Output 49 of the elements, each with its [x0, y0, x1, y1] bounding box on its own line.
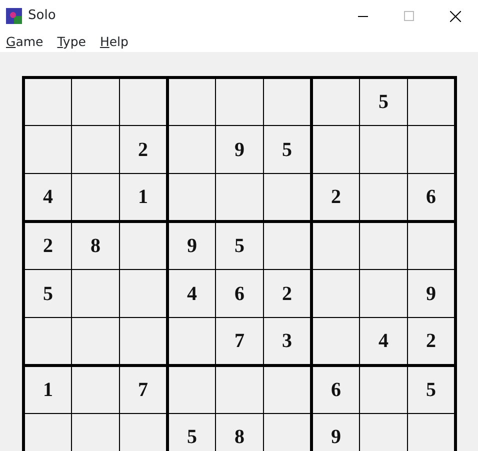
- sudoku-cell[interactable]: 6: [312, 366, 360, 414]
- sudoku-cell[interactable]: [312, 78, 360, 126]
- sudoku-cell[interactable]: [360, 126, 408, 174]
- sudoku-cell[interactable]: [72, 366, 120, 414]
- menu-item[interactable]: Help: [98, 33, 130, 51]
- sudoku-cell[interactable]: [312, 222, 360, 270]
- sudoku-cell[interactable]: [168, 366, 216, 414]
- sudoku-cell[interactable]: [312, 318, 360, 366]
- sudoku-cell[interactable]: 8: [72, 222, 120, 270]
- sudoku-cell[interactable]: 5: [360, 78, 408, 126]
- sudoku-cell[interactable]: [24, 126, 72, 174]
- sudoku-cell[interactable]: 2: [312, 174, 360, 222]
- sudoku-cell[interactable]: [360, 222, 408, 270]
- window-title: Solo: [28, 7, 56, 26]
- sudoku-cell[interactable]: 6: [216, 270, 264, 318]
- sudoku-cell[interactable]: 5: [216, 222, 264, 270]
- app-icon: [6, 8, 22, 24]
- sudoku-cell[interactable]: [24, 78, 72, 126]
- sudoku-cell[interactable]: [312, 270, 360, 318]
- sudoku-cell[interactable]: [312, 126, 360, 174]
- sudoku-cell[interactable]: 9: [216, 126, 264, 174]
- sudoku-cell[interactable]: [264, 222, 312, 270]
- maximize-icon: [404, 11, 414, 21]
- sudoku-cell[interactable]: 7: [120, 366, 168, 414]
- sudoku-cell[interactable]: [360, 270, 408, 318]
- sudoku-cell[interactable]: 4: [168, 270, 216, 318]
- sudoku-cell[interactable]: 9: [312, 414, 360, 451]
- close-icon: [450, 10, 460, 22]
- sudoku-cell[interactable]: [120, 222, 168, 270]
- sudoku-cell[interactable]: [408, 222, 456, 270]
- sudoku-cell[interactable]: 5: [408, 366, 456, 414]
- sudoku-cell[interactable]: [72, 78, 120, 126]
- sudoku-cell[interactable]: 2: [24, 222, 72, 270]
- sudoku-cell[interactable]: [216, 366, 264, 414]
- sudoku-cell[interactable]: [168, 126, 216, 174]
- sudoku-cell[interactable]: [168, 318, 216, 366]
- menu-item[interactable]: Type: [56, 33, 87, 51]
- sudoku-cell[interactable]: 1: [24, 366, 72, 414]
- menu-item[interactable]: Game: [5, 33, 44, 51]
- sudoku-cell[interactable]: [216, 78, 264, 126]
- sudoku-cell[interactable]: 5: [24, 270, 72, 318]
- sudoku-cell[interactable]: [168, 78, 216, 126]
- sudoku-cell[interactable]: [264, 366, 312, 414]
- sudoku-cell[interactable]: 9: [168, 222, 216, 270]
- sudoku-cell[interactable]: [360, 366, 408, 414]
- sudoku-cell[interactable]: 5: [168, 414, 216, 451]
- sudoku-cell[interactable]: [168, 174, 216, 222]
- sudoku-cell[interactable]: [72, 126, 120, 174]
- sudoku-cell[interactable]: [72, 270, 120, 318]
